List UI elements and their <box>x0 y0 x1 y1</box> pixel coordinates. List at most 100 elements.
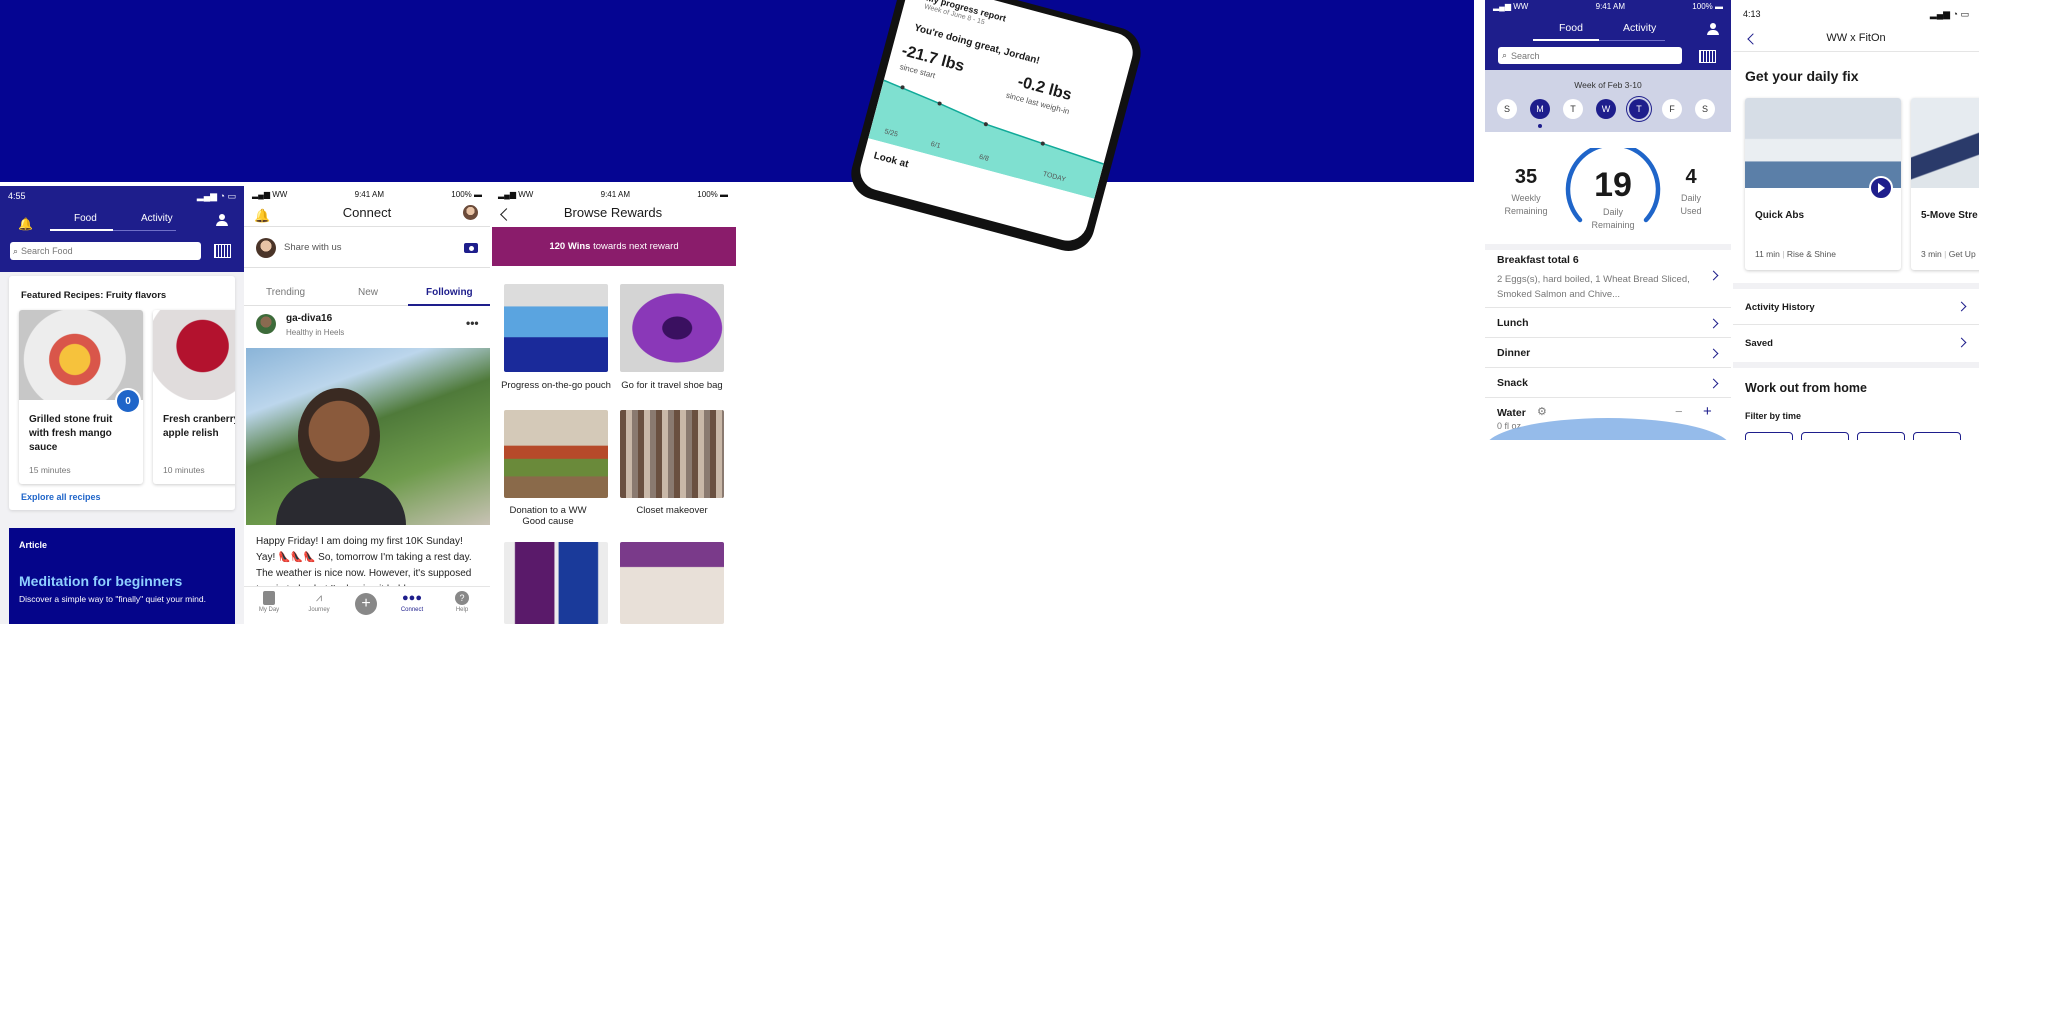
water-wave <box>1485 418 1731 440</box>
connect-icon: ●●● <box>402 592 422 604</box>
hero-phone: My progress report Week of June 8 - 15 Y… <box>845 0 1147 257</box>
tab-trending[interactable]: Trending <box>266 287 305 298</box>
search-icon: ⌕ <box>13 245 19 256</box>
time-filter-chip[interactable] <box>1801 432 1849 440</box>
nav-help[interactable]: ? Help <box>447 591 477 613</box>
bell-icon[interactable]: 🔔 <box>18 217 33 231</box>
wins-text: towards next reward <box>590 241 679 252</box>
nav-label: Journey <box>308 607 330 613</box>
search-input[interactable]: ⌕ Search <box>1498 47 1682 64</box>
profile-icon[interactable] <box>216 214 228 226</box>
activity-history-row[interactable]: Activity History <box>1733 289 1979 324</box>
page-title: Browse Rewards <box>563 205 663 220</box>
nav-my-day[interactable]: My Day <box>254 591 284 613</box>
article-card[interactable]: Article Meditation for beginners Discove… <box>9 528 235 624</box>
reward-image[interactable] <box>504 542 608 624</box>
status-carrier: WW <box>272 189 288 199</box>
lunch-label: Lunch <box>1497 317 1529 329</box>
hero-banner <box>0 0 1474 182</box>
workout-duration: 3 min <box>1921 249 1942 259</box>
featured-title: Featured Recipes: Fruity flavors <box>21 290 167 301</box>
status-time: 4:13 <box>1743 9 1761 19</box>
time-filter-chip[interactable] <box>1913 432 1961 440</box>
explore-recipes-link[interactable]: Explore all recipes <box>21 492 101 502</box>
daily-remaining-label: Daily Remaining <box>1591 207 1635 230</box>
add-button[interactable]: + <box>355 593 377 615</box>
lunch-row[interactable]: Lunch <box>1485 308 1731 337</box>
tab-new[interactable]: New <box>358 287 378 298</box>
barcode-icon[interactable] <box>214 244 231 258</box>
reward-image[interactable] <box>620 410 724 498</box>
dinner-label: Dinner <box>1497 347 1531 359</box>
day-mon[interactable]: M <box>1530 99 1550 119</box>
day-wed[interactable]: W <box>1596 99 1616 119</box>
post-avatar[interactable] <box>256 314 276 334</box>
status-signal: ▂▄▆ <box>498 189 519 199</box>
recipe-card[interactable]: Fresh cranberry apple relish 10 minutes <box>153 310 235 484</box>
bottom-nav: My Day ⩘ Journey + ●●● Connect ? Help <box>244 586 490 624</box>
post-username[interactable]: ga-diva16 <box>286 313 332 324</box>
breakfast-row[interactable]: Breakfast total 6 2 Eggs(s), hard boiled… <box>1485 250 1731 306</box>
tab-activity[interactable]: Activity <box>141 213 173 224</box>
water-decrease-button[interactable]: − <box>1675 404 1683 419</box>
saved-row[interactable]: Saved <box>1733 325 1979 360</box>
recipe-card[interactable]: 0 Grilled stone fruit with fresh mango s… <box>19 310 143 484</box>
page-title: WW x FitOn <box>1826 32 1886 44</box>
workout-card[interactable]: Quick Abs 11 min | Rise & Shine <box>1745 98 1901 270</box>
camera-icon[interactable] <box>464 243 478 253</box>
status-carrier: WW <box>1513 2 1529 11</box>
post-user-tag: Healthy in Heels <box>286 328 345 337</box>
chevron-right-icon <box>1708 348 1719 359</box>
nav-journey[interactable]: ⩘ Journey <box>304 591 334 613</box>
dinner-row[interactable]: Dinner <box>1485 338 1731 367</box>
workout-meta: 3 min | Get Up <box>1921 249 1976 259</box>
daily-remaining-value: 19 <box>1594 166 1632 204</box>
nav-connect[interactable]: ●●● Connect <box>395 591 429 613</box>
time-filter-chip[interactable] <box>1745 432 1793 440</box>
recipe-title: Fresh cranberry apple relish <box>163 414 235 439</box>
status-icons: ▂▄▆ ◔ ▭ <box>196 190 236 201</box>
avatar[interactable] <box>463 205 478 220</box>
day-fri[interactable]: F <box>1662 99 1682 119</box>
reward-image[interactable] <box>620 284 724 372</box>
user-avatar <box>256 238 276 258</box>
article-description: Discover a simple way to "finally" quiet… <box>19 594 206 604</box>
day-thu[interactable]: T <box>1629 99 1649 119</box>
featured-recipes-card: Featured Recipes: Fruity flavors 0 Grill… <box>9 276 235 510</box>
status-time: 9:41 AM <box>354 189 384 199</box>
search-icon: ⌕ <box>1502 50 1508 60</box>
tab-food[interactable]: Food <box>74 213 97 224</box>
status-time: 4:55 <box>8 191 26 201</box>
more-options-icon[interactable]: ••• <box>466 316 479 330</box>
journey-icon: ⩘ <box>315 592 323 604</box>
day-sat[interactable]: S <box>1695 99 1715 119</box>
settings-icon[interactable]: ⚙ <box>1537 405 1547 418</box>
reward-image[interactable] <box>504 410 608 498</box>
daily-used-value: 4 <box>1685 166 1697 188</box>
barcode-icon[interactable] <box>1699 50 1716 63</box>
snack-label: Snack <box>1497 377 1528 389</box>
water-increase-button[interactable]: + <box>1703 403 1712 420</box>
day-sun[interactable]: S <box>1497 99 1517 119</box>
profile-icon[interactable] <box>1707 23 1719 35</box>
reward-image[interactable] <box>504 284 608 372</box>
time-filter-chip[interactable] <box>1857 432 1905 440</box>
recipe-time: 10 minutes <box>163 465 205 475</box>
progress-chart <box>868 79 1104 199</box>
weekly-remaining-label: Weekly Remaining <box>1504 193 1548 216</box>
share-input[interactable]: Share with us <box>244 227 490 267</box>
reward-caption: Donation to a WW Good cause <box>509 505 587 527</box>
workout-card[interactable]: 5-Move Stre 3 min | Get Up <box>1911 98 1979 270</box>
reward-image[interactable] <box>620 542 724 624</box>
nav-label: Connect <box>400 607 424 613</box>
tab-food[interactable]: Food <box>1559 22 1583 34</box>
tab-following[interactable]: Following <box>426 287 473 298</box>
search-input[interactable]: ⌕ Search Food <box>10 242 201 260</box>
workout-thumbnail <box>1745 98 1901 188</box>
snack-row[interactable]: Snack <box>1485 368 1731 397</box>
play-icon[interactable] <box>1869 176 1893 200</box>
wins-count: 120 Wins <box>549 241 591 252</box>
status-battery: 100% <box>697 189 718 199</box>
day-tue[interactable]: T <box>1563 99 1583 119</box>
tab-activity[interactable]: Activity <box>1623 22 1656 34</box>
